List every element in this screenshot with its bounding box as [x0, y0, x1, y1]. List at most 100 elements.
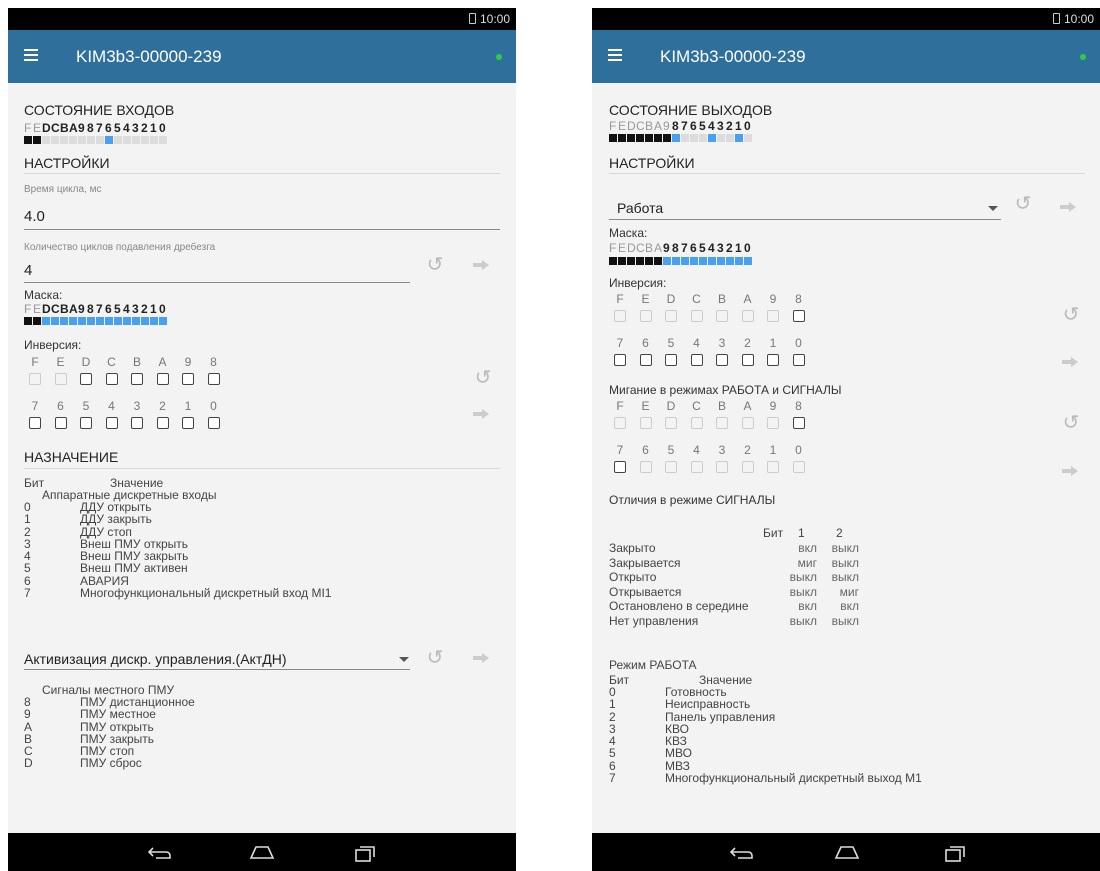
- mask-bit-toggle[interactable]: [60, 317, 68, 325]
- bit-checkbox[interactable]: [207, 417, 220, 429]
- bit-checkbox[interactable]: [182, 373, 194, 385]
- mask-bit-toggle[interactable]: [87, 317, 95, 325]
- mask-bit-toggle[interactable]: [132, 317, 140, 325]
- settings-reset-icon[interactable]: ↺: [423, 253, 447, 277]
- bit-checkbox[interactable]: [105, 373, 118, 385]
- mask-bit-toggle[interactable]: [717, 257, 725, 265]
- bit-checkbox[interactable]: [716, 354, 728, 366]
- activation-reset-icon[interactable]: ↺: [423, 646, 447, 670]
- dropdown-arrow-icon[interactable]: [399, 657, 409, 662]
- back-icon[interactable]: [146, 844, 172, 860]
- inversion-reset-icon[interactable]: ↺: [1059, 303, 1083, 327]
- mask-bit-toggle[interactable]: [708, 257, 716, 265]
- mask-bit-toggle[interactable]: [618, 257, 626, 265]
- bit-checkbox[interactable]: [29, 417, 41, 429]
- blink-send-icon[interactable]: [1058, 459, 1082, 483]
- bit-checkbox[interactable]: [767, 354, 779, 366]
- dropdown-arrow-icon[interactable]: [988, 206, 998, 211]
- bit-checkbox[interactable]: [614, 461, 626, 473]
- bit-checkbox[interactable]: [792, 310, 805, 322]
- bit-checkbox[interactable]: [80, 417, 92, 429]
- bit-checkbox[interactable]: [105, 417, 118, 429]
- bit-checkbox[interactable]: [614, 354, 626, 366]
- menu-icon[interactable]: [24, 49, 38, 61]
- inversion-send-icon[interactable]: [469, 402, 493, 426]
- bit-label: 0: [744, 241, 751, 255]
- menu-icon[interactable]: [608, 49, 622, 61]
- outputs-content[interactable]: СОСТОЯНИЕ ВЫХОДОВ F EDCBA9 8 7 6 5 4 3 2 1 0 НАСТР…: [592, 83, 1100, 833]
- mask-bit-toggle[interactable]: [33, 317, 41, 325]
- mode-send-icon[interactable]: [1056, 195, 1080, 219]
- mask-bit-toggle[interactable]: [42, 317, 50, 325]
- bit-checkbox[interactable]: [741, 354, 754, 366]
- mode-reset-icon[interactable]: ↺: [1011, 192, 1035, 216]
- recents-icon[interactable]: [943, 844, 967, 862]
- bit-checkbox[interactable]: [156, 373, 169, 385]
- mask-bit-toggle[interactable]: [681, 257, 689, 265]
- bit-checkbox[interactable]: [156, 417, 169, 429]
- home-icon[interactable]: [833, 844, 861, 860]
- bit-checkbox[interactable]: [792, 354, 805, 366]
- back-icon[interactable]: [728, 844, 754, 860]
- mask-bit-toggle[interactable]: [690, 257, 698, 265]
- app-bar: KIM3b3-00000-239: [592, 30, 1100, 83]
- mask-bit-toggle[interactable]: [672, 257, 680, 265]
- bit-checkbox[interactable]: [131, 417, 143, 429]
- mask-bit-toggle[interactable]: [645, 257, 653, 265]
- mask-bit-toggle[interactable]: [159, 317, 167, 325]
- inversion-reset-icon[interactable]: ↺: [471, 366, 495, 390]
- mask-bit-toggle[interactable]: [636, 257, 644, 265]
- bit-label: 6: [105, 121, 112, 135]
- mode-select[interactable]: Работа: [617, 200, 663, 216]
- bit-checkbox[interactable]: [207, 373, 220, 385]
- settings-content[interactable]: СОСТОЯНИЕ ВХОДОВ F EDCBA9 8 7 6 5 4 3 2 1 0 НАСТРО…: [8, 83, 516, 833]
- bit-checkbox: [690, 417, 703, 429]
- bit-label: 5: [114, 302, 121, 316]
- mask-bit-toggle[interactable]: [105, 317, 113, 325]
- mask-bit-toggle[interactable]: [663, 257, 671, 265]
- checkbox-bit-label: A: [158, 355, 167, 369]
- bit-checkbox[interactable]: [182, 417, 194, 429]
- bit-label: 4: [123, 302, 130, 316]
- mask-bit-toggle[interactable]: [699, 257, 707, 265]
- mask-bit-toggle[interactable]: [24, 317, 32, 325]
- bit-checkbox[interactable]: [54, 417, 67, 429]
- debounce-field[interactable]: 4: [24, 262, 32, 279]
- mask-bit-toggle[interactable]: [150, 317, 158, 325]
- mask-bit-toggle[interactable]: [654, 257, 662, 265]
- bit-indicator: [60, 136, 68, 144]
- activation-send-icon[interactable]: [469, 646, 493, 670]
- cycle-time-field[interactable]: 4.0: [24, 208, 45, 225]
- mask-bit-toggles[interactable]: [609, 257, 753, 275]
- mask-bit-toggle[interactable]: [141, 317, 149, 325]
- mask-bit-toggles[interactable]: [24, 317, 168, 335]
- settings-send-icon[interactable]: [469, 253, 493, 277]
- mask-bit-toggle[interactable]: [114, 317, 122, 325]
- mask-bit-toggle[interactable]: [735, 257, 743, 265]
- bit-checkbox[interactable]: [690, 354, 703, 366]
- bit-checkbox[interactable]: [792, 417, 805, 429]
- mask-bit-toggle[interactable]: [744, 257, 752, 265]
- mask-bit-toggle[interactable]: [627, 257, 635, 265]
- bit-checkbox[interactable]: [131, 373, 143, 385]
- bit-label: 2: [141, 302, 148, 316]
- bit-checkbox[interactable]: [639, 354, 652, 366]
- activation-select[interactable]: Активизация дискр. управления.(АктДН): [24, 651, 287, 667]
- bit-checkbox[interactable]: [665, 354, 677, 366]
- bit-checkbox: [690, 461, 703, 473]
- mask-bit-toggle[interactable]: [78, 317, 86, 325]
- checkbox-bit-label: F: [616, 292, 624, 306]
- mask-bit-toggle[interactable]: [69, 317, 77, 325]
- inversion-send-icon[interactable]: [1058, 350, 1082, 374]
- blink-reset-icon[interactable]: ↺: [1059, 411, 1083, 435]
- bit-label: A: [69, 121, 78, 135]
- table-row: Открыто выкл выкл: [609, 570, 859, 585]
- mask-bit-toggle[interactable]: [96, 317, 104, 325]
- mask-bit-toggle[interactable]: [123, 317, 131, 325]
- bit-checkbox[interactable]: [80, 373, 92, 385]
- recents-icon[interactable]: [353, 844, 377, 862]
- mask-bit-toggle[interactable]: [609, 257, 617, 265]
- mask-bit-toggle[interactable]: [726, 257, 734, 265]
- mask-bit-toggle[interactable]: [51, 317, 59, 325]
- home-icon[interactable]: [248, 844, 276, 860]
